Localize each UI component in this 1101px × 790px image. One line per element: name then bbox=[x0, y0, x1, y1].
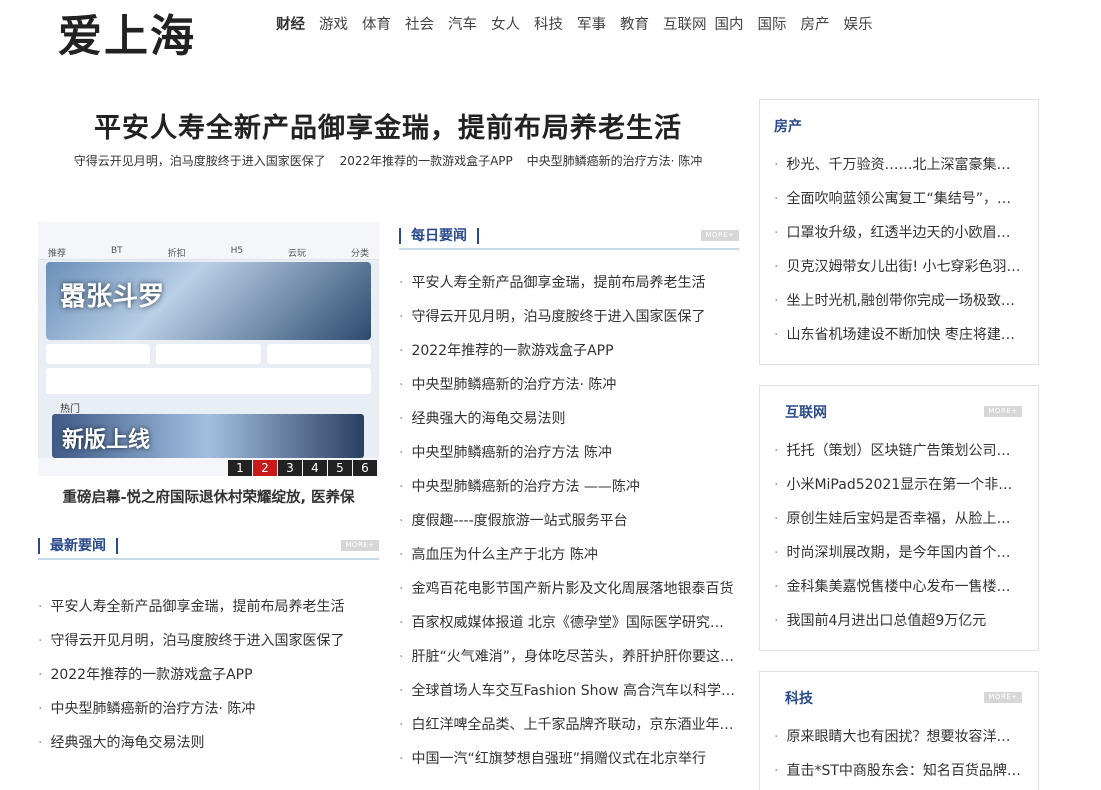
list-item[interactable]: 百家权威媒体报道 北京《德孕堂》国际医学研究中心 bbox=[399, 612, 735, 646]
slider-page-button[interactable]: 4 bbox=[303, 460, 327, 476]
slide-banner-text: 嚣张斗罗 bbox=[60, 282, 165, 312]
slide-banner-text: 新版上线 bbox=[62, 427, 151, 453]
latest-news-list: 平安人寿全新产品御享金瑞，提前布局养老生活 守得云开见月明，泊马度胺终于进入国家… bbox=[38, 596, 379, 766]
slide-caption[interactable]: 重磅启幕-悦之府国际退休村荣耀绽放, 医养保 bbox=[38, 486, 379, 507]
daily-news-title: 每日要闻 bbox=[399, 228, 479, 244]
list-item[interactable]: 中国一汽“红旗梦想自强班”捐赠仪式在北京举行 bbox=[399, 748, 735, 782]
sidebar-box-title[interactable]: 科技 bbox=[785, 688, 813, 708]
slider-page-button[interactable]: 3 bbox=[278, 460, 302, 476]
list-item[interactable]: 直击*ST中商股东会：知名百货品牌面临退市 bbox=[774, 760, 1024, 790]
list-item[interactable]: 托托（策划）区块链广告策划公司推荐 bbox=[774, 440, 1024, 474]
list-item[interactable]: 经典强大的海龟交易法则 bbox=[38, 732, 379, 766]
slider-page-button[interactable]: 5 bbox=[328, 460, 352, 476]
list-item[interactable]: 口罩妆升级，红透半边天的小欧眉好物 bbox=[774, 222, 1024, 256]
list-item[interactable]: 贝克汉姆带女儿出街! 小七穿彩色羽绒服 bbox=[774, 256, 1024, 290]
headline-sub-link[interactable]: 2022年推荐的一款游戏盒子APP bbox=[340, 154, 513, 168]
slider-page-button-active[interactable]: 2 bbox=[253, 460, 277, 476]
sidebar-box-list: 原来眼睛大也有困扰？想要妆容洋气就这样 直击*ST中商股东会：知名百货品牌面临退… bbox=[774, 726, 1024, 790]
list-item[interactable]: 时尚深圳展改期，是今年国内首个推迟的展会 bbox=[774, 542, 1024, 576]
list-item[interactable]: 白红洋啤全品类、上千家品牌齐联动，京东酒业年货节来了 bbox=[399, 714, 735, 748]
slide-banner-image: 嚣张斗罗 bbox=[46, 262, 371, 340]
list-item[interactable]: 山东省机场建设不断加快 枣庄将建机场 bbox=[774, 324, 1024, 358]
list-item[interactable]: 小米MiPad52021显示在第一个非官方图片 bbox=[774, 474, 1024, 508]
daily-more-button[interactable]: MORE+ bbox=[701, 230, 739, 241]
internet-more-button[interactable]: MORE+ bbox=[984, 406, 1022, 417]
list-item[interactable]: 金鸡百花电影节国产新片影及文化周展落地银泰百货 bbox=[399, 578, 735, 612]
sidebar-box-list: 秒光、千万验资……北上深富豪集体抢房 全面吹响蓝领公寓复工“集结号”，多地 口罩… bbox=[774, 154, 1024, 358]
slide-tab: 折扣 bbox=[167, 249, 186, 259]
list-item[interactable]: 经典强大的海龟交易法则 bbox=[399, 408, 735, 442]
list-item[interactable]: 原创生娃后宝妈是否幸福，从脸上就能看出 bbox=[774, 508, 1024, 542]
site-logo[interactable]: 爱上海 bbox=[58, 10, 223, 64]
headline-subs: 守得云开见月明，泊马度胺终于进入国家医保了 2022年推荐的一款游戏盒子APP … bbox=[38, 152, 738, 169]
list-item[interactable]: 我国前4月进出口总值超9万亿元 bbox=[774, 610, 1024, 644]
nav-item-sports[interactable]: 体育 bbox=[362, 14, 391, 36]
headline-sub-link[interactable]: 中央型肺鳞癌新的治疗方法· 陈冲 bbox=[527, 154, 703, 168]
nav-item-entertainment[interactable]: 娱乐 bbox=[844, 14, 873, 36]
sidebar-box-internet: 互联网 MORE+ 托托（策划）区块链广告策划公司推荐 小米MiPad52021… bbox=[759, 385, 1039, 651]
list-item[interactable]: 中央型肺鳞癌新的治疗方法· 陈冲 bbox=[399, 374, 735, 408]
slide-tab: 分类 bbox=[350, 249, 369, 259]
sidebar-box-title[interactable]: 房产 bbox=[774, 116, 802, 136]
slide-feature-row bbox=[46, 344, 371, 364]
headline-sub-link[interactable]: 守得云开见月明，泊马度胺终于进入国家医保了 bbox=[74, 154, 326, 168]
list-item[interactable]: 肝脏“火气难消”，身体吃尽苦头，养肝护肝你要这样做 bbox=[399, 646, 735, 680]
list-item[interactable]: 度假趣----度假旅游一站式服务平台 bbox=[399, 510, 735, 544]
slider-page-button[interactable]: 1 bbox=[228, 460, 252, 476]
list-item[interactable]: 平安人寿全新产品御享金瑞，提前布局养老生活 bbox=[399, 272, 735, 306]
slide-tab: 推荐 bbox=[48, 249, 67, 259]
sidebar-box-title[interactable]: 互联网 bbox=[785, 402, 827, 422]
list-item[interactable]: 高血压为什么主产于北方 陈冲 bbox=[399, 544, 735, 578]
list-item[interactable]: 中央型肺鳞癌新的治疗方法· 陈冲 bbox=[38, 698, 379, 732]
sidebar-box-tech: 科技 MORE+ 原来眼睛大也有困扰？想要妆容洋气就这样 直击*ST中商股东会：… bbox=[759, 671, 1039, 790]
list-item[interactable]: 平安人寿全新产品御享金瑞，提前布局养老生活 bbox=[38, 596, 379, 630]
list-item[interactable]: 中央型肺鳞癌新的治疗方法 陈冲 bbox=[399, 442, 735, 476]
nav-item-domestic[interactable]: 国内 bbox=[715, 14, 744, 36]
list-item[interactable]: 2022年推荐的一款游戏盒子APP bbox=[399, 340, 735, 374]
slide-hot-label: 热门 bbox=[60, 404, 80, 415]
sidebar-box-list: 托托（策划）区块链广告策划公司推荐 小米MiPad52021显示在第一个非官方图… bbox=[774, 440, 1024, 644]
headline-title[interactable]: 平安人寿全新产品御享金瑞，提前布局养老生活 bbox=[38, 106, 738, 145]
list-item[interactable]: 全面吹响蓝领公寓复工“集结号”，多地 bbox=[774, 188, 1024, 222]
nav-item-finance[interactable]: 财经 bbox=[276, 14, 305, 36]
slide-game-row bbox=[46, 368, 371, 394]
nav-item-tech[interactable]: 科技 bbox=[534, 14, 563, 36]
nav-item-games[interactable]: 游戏 bbox=[319, 14, 348, 36]
image-slider[interactable]: 推荐 BT 折扣 H5 云玩 分类 嚣张斗罗 热门 新版上线 bbox=[38, 222, 379, 476]
list-item[interactable]: 全球首场人车交互Fashion Show 高合汽车以科学重新定义 bbox=[399, 680, 735, 714]
slide-tab: BT bbox=[110, 246, 123, 256]
list-item[interactable]: 中央型肺鳞癌新的治疗方法 ——陈冲 bbox=[399, 476, 735, 510]
nav-item-realestate[interactable]: 房产 bbox=[801, 14, 830, 36]
nav-item-society[interactable]: 社会 bbox=[405, 14, 434, 36]
sidebar-box-realestate: 房产 秒光、千万验资……北上深富豪集体抢房 全面吹响蓝领公寓复工“集结号”，多地… bbox=[759, 99, 1039, 365]
list-item[interactable]: 原来眼睛大也有困扰？想要妆容洋气就这样 bbox=[774, 726, 1024, 760]
nav-item-women[interactable]: 女人 bbox=[491, 14, 520, 36]
nav-item-auto[interactable]: 汽车 bbox=[448, 14, 477, 36]
slide-tab: H5 bbox=[230, 246, 244, 256]
nav-item-education[interactable]: 教育 bbox=[620, 14, 649, 36]
list-item[interactable]: 守得云开见月明，泊马度胺终于进入国家医保了 bbox=[38, 630, 379, 664]
list-item[interactable]: 守得云开见月明，泊马度胺终于进入国家医保了 bbox=[399, 306, 735, 340]
slide-banner-image: 新版上线 bbox=[52, 414, 364, 458]
latest-more-button[interactable]: MORE+ bbox=[341, 540, 379, 551]
nav-item-military[interactable]: 军事 bbox=[577, 14, 606, 36]
list-item[interactable]: 坐上时光机,融创带你完成一场极致穿越 bbox=[774, 290, 1024, 324]
list-item[interactable]: 金科集美嘉悦售楼中心发布一售楼惊喜 bbox=[774, 576, 1024, 610]
latest-news-header: 最新要闻 MORE+ bbox=[38, 538, 379, 560]
latest-news-title: 最新要闻 bbox=[38, 538, 118, 554]
slide-tab: 云玩 bbox=[288, 249, 307, 259]
nav-item-internet[interactable]: 互联网 bbox=[663, 14, 707, 36]
daily-news-list: 平安人寿全新产品御享金瑞，提前布局养老生活 守得云开见月明，泊马度胺终于进入国家… bbox=[399, 272, 735, 782]
slider-pager: 1 2 3 4 5 6 bbox=[228, 460, 378, 476]
slide-app-tabs: 推荐 BT 折扣 H5 云玩 分类 bbox=[48, 246, 369, 259]
slider-page-button[interactable]: 6 bbox=[353, 460, 377, 476]
list-item[interactable]: 秒光、千万验资……北上深富豪集体抢房 bbox=[774, 154, 1024, 188]
list-item[interactable]: 2022年推荐的一款游戏盒子APP bbox=[38, 664, 379, 698]
main-nav: 财经 游戏 体育 社会 汽车 女人 科技 军事 教育 互联网 国内 国际 房产 … bbox=[276, 14, 887, 36]
nav-item-international[interactable]: 国际 bbox=[758, 14, 787, 36]
daily-news-header: 每日要闻 MORE+ bbox=[399, 228, 739, 250]
tech-more-button[interactable]: MORE+ bbox=[984, 692, 1022, 703]
